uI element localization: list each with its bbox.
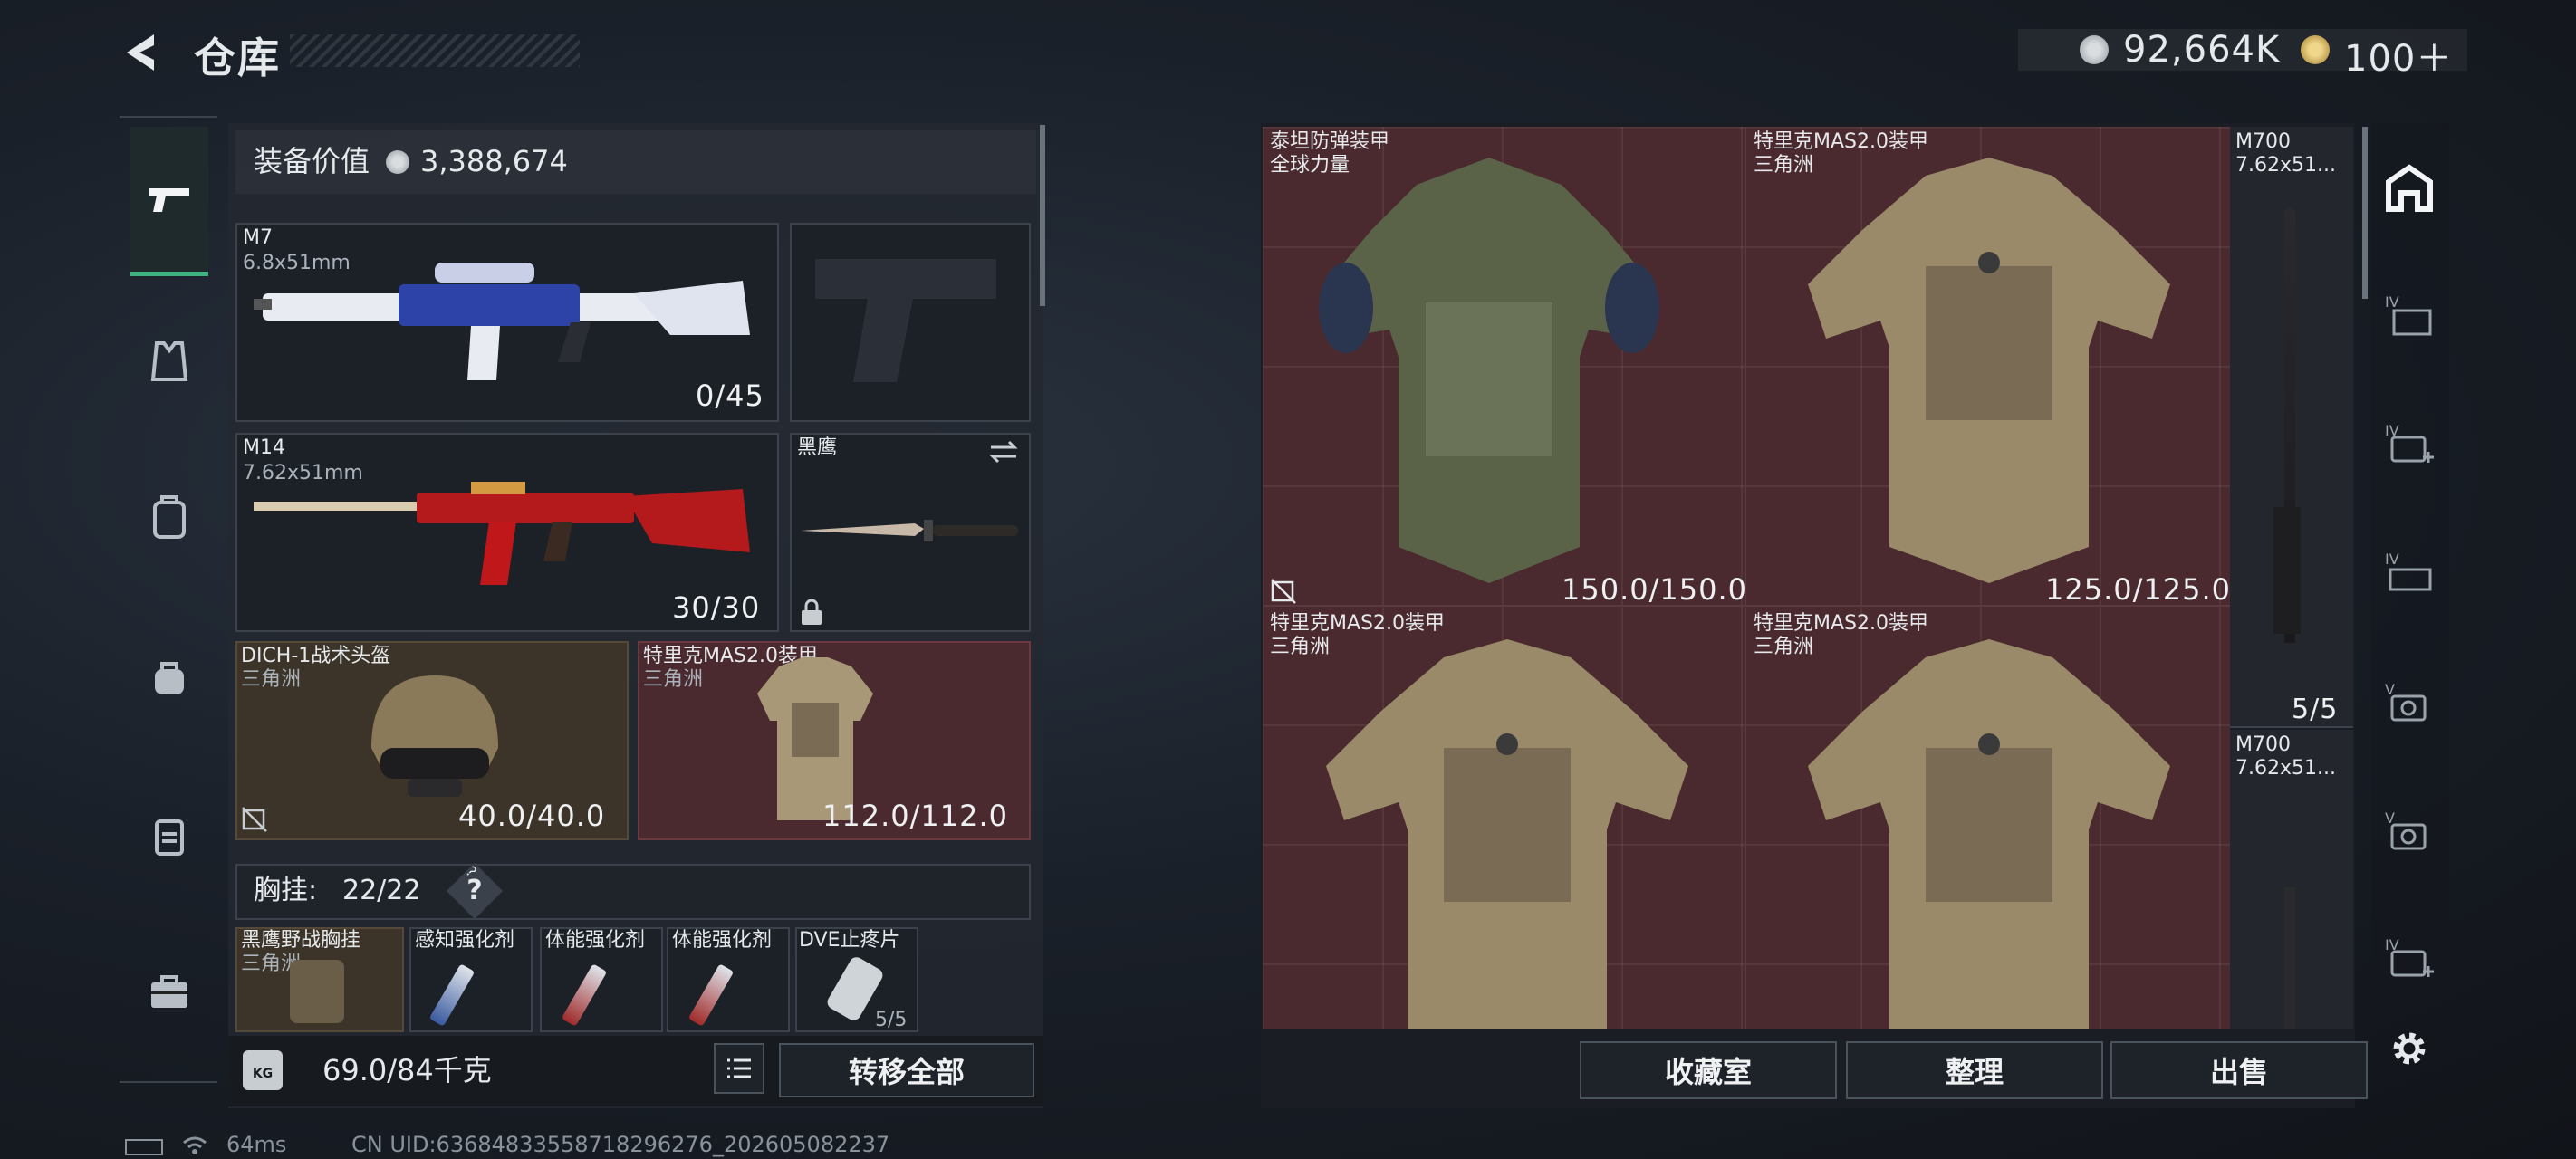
page-title: 仓库 bbox=[194, 34, 281, 82]
help-icon-glyph: ? bbox=[466, 875, 483, 906]
list-icon bbox=[727, 1058, 751, 1078]
pistol-icon bbox=[149, 188, 189, 212]
primary-weapon-ammo: 0/45 bbox=[696, 378, 764, 413]
back-arrow-icon[interactable] bbox=[118, 29, 165, 76]
camera-case-icon: V bbox=[2385, 681, 2427, 722]
secondary-weapon-name: M14 bbox=[243, 436, 285, 459]
chest-rig-capacity: 22/22 bbox=[342, 875, 421, 906]
wifi-icon bbox=[183, 1136, 207, 1154]
collection-room-button[interactable]: 收藏室 bbox=[1580, 1041, 1837, 1099]
rig-item-name: 体能强化剂 bbox=[672, 929, 773, 952]
storage-item-name: M700 bbox=[2235, 733, 2291, 756]
gold-currency[interactable]: 100＋ bbox=[2344, 29, 2453, 81]
tab-case[interactable] bbox=[130, 797, 208, 875]
bag-icon bbox=[155, 662, 184, 694]
container-button[interactable]: IV bbox=[2380, 929, 2438, 987]
equipment-value-label: 装备价值 bbox=[254, 144, 370, 178]
rig-item-name: 体能强化剂 bbox=[545, 929, 646, 952]
secondary-weapon-ammo: 30/30 bbox=[672, 590, 761, 625]
silver-currency: 92,664K bbox=[2123, 29, 2281, 71]
m14-rifle-image bbox=[254, 482, 750, 585]
loadout-scrollbar[interactable] bbox=[1040, 125, 1045, 306]
armor-origin: 三角洲 bbox=[643, 668, 704, 691]
container-button[interactable]: V bbox=[2380, 802, 2438, 860]
settings-button[interactable] bbox=[2380, 1020, 2438, 1078]
battery-icon bbox=[125, 1139, 163, 1155]
storage-scrollbar[interactable] bbox=[2362, 127, 2368, 299]
silver-coin-icon bbox=[2080, 35, 2109, 64]
sniper-rifle-image bbox=[2284, 887, 2295, 1029]
armor-vest-icon bbox=[150, 341, 188, 381]
storage-item-name: M700 bbox=[2235, 130, 2291, 153]
backpack-icon bbox=[153, 495, 186, 539]
value-coin-icon bbox=[386, 150, 409, 174]
mas-armor-image bbox=[1808, 639, 2170, 1029]
storage-item-caliber: 7.62x51... bbox=[2235, 154, 2336, 177]
sort-button[interactable]: 整理 bbox=[1846, 1041, 2103, 1099]
home-stash-button[interactable] bbox=[2380, 159, 2438, 217]
helmet-durability: 40.0/40.0 bbox=[458, 799, 606, 833]
tab-armor[interactable] bbox=[130, 322, 208, 400]
helmet-image bbox=[371, 675, 498, 797]
sniper-rifle-stock bbox=[2273, 507, 2301, 634]
medkit-icon: IV bbox=[2385, 422, 2434, 463]
storage-item-durability: 150.0/150.0 bbox=[1562, 572, 1747, 607]
carry-weight: 69.0/84千克 bbox=[322, 1053, 492, 1087]
transfer-all-button[interactable]: 转移全部 bbox=[779, 1043, 1034, 1097]
rig-item-name: DVE止疼片 bbox=[799, 929, 900, 952]
container-button[interactable]: V bbox=[2380, 674, 2438, 732]
storage-item-durability: 125.0/125.0 bbox=[2045, 572, 2231, 607]
container-button[interactable]: IV bbox=[2380, 415, 2438, 473]
tab-weapons[interactable] bbox=[130, 127, 208, 276]
case-icon bbox=[155, 819, 184, 856]
pistol-placeholder-icon bbox=[815, 259, 996, 382]
ping-value: 64ms bbox=[226, 1132, 287, 1157]
rig-item-count: 5/5 bbox=[875, 1009, 908, 1031]
no-insure-icon bbox=[242, 807, 267, 832]
knife-image bbox=[801, 520, 1018, 541]
helmet-origin: 三角洲 bbox=[241, 668, 302, 691]
tab-bag[interactable] bbox=[130, 639, 208, 717]
list-view-button[interactable] bbox=[714, 1043, 764, 1094]
no-insure-icon bbox=[1271, 579, 1296, 604]
gear-icon bbox=[2393, 1032, 2426, 1065]
title-decoration bbox=[290, 34, 580, 67]
m7-rifle-image bbox=[254, 263, 750, 380]
mas-armor-image bbox=[1808, 158, 2170, 583]
home-icon bbox=[2386, 164, 2433, 212]
rig-vest-image bbox=[290, 960, 344, 1023]
player-uid: CN UID:6368483355871829627­6_20260508223… bbox=[351, 1132, 890, 1157]
weight-icon: KG bbox=[243, 1050, 283, 1090]
melee-name: 黑鹰 bbox=[797, 436, 838, 459]
storage-item-ammo: 5/5 bbox=[2292, 694, 2339, 725]
sell-button[interactable]: 出售 bbox=[2110, 1041, 2368, 1099]
camera-case-icon: V bbox=[2385, 809, 2427, 850]
container-button[interactable]: IV bbox=[2380, 286, 2438, 344]
rig-item-name: 黑鹰野战胸挂 bbox=[241, 929, 361, 952]
container-button[interactable]: IV bbox=[2380, 543, 2438, 601]
medkit-icon: IV bbox=[2385, 936, 2434, 977]
tier-text: IV bbox=[2385, 551, 2399, 568]
toolbox-icon bbox=[151, 975, 187, 1008]
chest-rig-label: 胸挂: bbox=[254, 875, 318, 906]
storage-item-caliber: 7.62x51... bbox=[2235, 757, 2336, 780]
rig-item-name: 感知强化剂 bbox=[415, 929, 515, 952]
crate-icon: IV bbox=[2385, 293, 2432, 336]
armor-durability: 112.0/112.0 bbox=[822, 799, 1008, 833]
ammo-box-icon: IV bbox=[2385, 551, 2432, 591]
tier-text: IV bbox=[2385, 293, 2399, 311]
mas-armor-image bbox=[1326, 639, 1688, 1029]
equipment-value: 3,388,674 bbox=[420, 144, 568, 178]
tab-backpack[interactable] bbox=[130, 478, 208, 556]
swap-icon[interactable] bbox=[987, 438, 1020, 465]
gold-coin-icon bbox=[2301, 35, 2330, 64]
lock-icon bbox=[802, 599, 822, 625]
titan-armor-image bbox=[1319, 158, 1659, 583]
tab-toolbox[interactable] bbox=[130, 953, 208, 1030]
